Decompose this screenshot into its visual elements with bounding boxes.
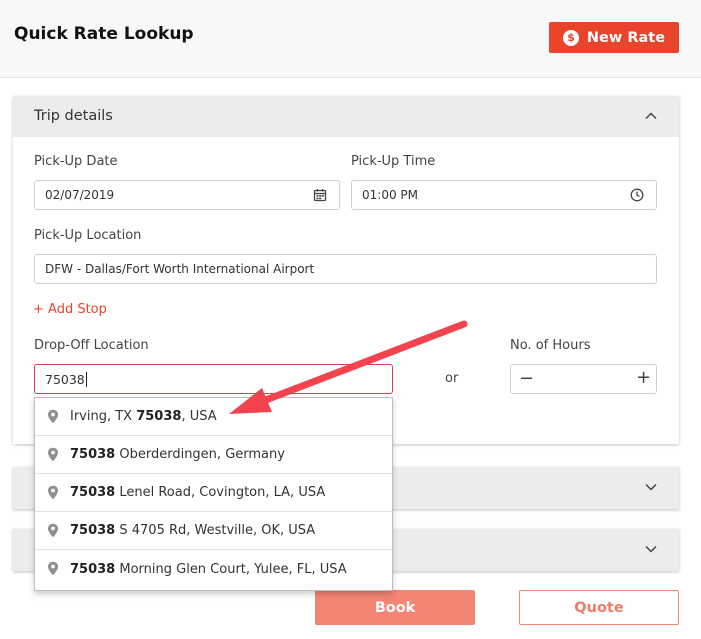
map-pin-icon xyxy=(48,561,58,576)
chevron-up-icon[interactable] xyxy=(645,110,657,122)
suggestion-text-pre: Irving, TX xyxy=(70,409,137,424)
map-pin-icon xyxy=(48,447,58,462)
new-rate-button[interactable]: $ New Rate xyxy=(549,22,679,53)
hours-label: No. of Hours xyxy=(510,338,591,353)
quote-button[interactable]: Quote xyxy=(519,590,679,625)
pickup-time-value: 01:00 PM xyxy=(362,188,418,202)
dropoff-location-label: Drop-Off Location xyxy=(34,338,149,353)
dollar-icon: $ xyxy=(562,29,579,46)
pickup-time-label: Pick-Up Time xyxy=(351,154,436,169)
pickup-date-input[interactable]: 02/07/2019 xyxy=(34,180,340,210)
trip-details-title: Trip details xyxy=(34,108,113,124)
suggestion-text-post: Oberderdingen, Germany xyxy=(115,447,285,462)
suggestion-text-post: S 4705 Rd, Westville, OK, USA xyxy=(115,523,316,538)
suggestion-text-post: Morning Glen Court, Yulee, FL, USA xyxy=(115,561,347,577)
suggestion-item[interactable]: 75038 Lenel Road, Covington, LA, USA xyxy=(35,474,392,512)
suggestion-item[interactable]: 75038 Morning Glen Court, Yulee, FL, USA xyxy=(35,550,392,588)
map-pin-icon xyxy=(48,409,58,424)
pickup-location-value: DFW - Dallas/Fort Worth International Ai… xyxy=(45,262,315,276)
text-caret xyxy=(85,371,87,387)
suggestion-text-match: 75038 xyxy=(70,447,116,462)
page-title: Quick Rate Lookup xyxy=(14,24,194,44)
dropoff-location-value: 75038 xyxy=(45,371,85,387)
hours-decrement-button[interactable]: − xyxy=(519,368,534,389)
suggestion-text-post: Lenel Road, Covington, LA, USA xyxy=(115,485,326,500)
suggestion-item[interactable]: 75038 Oberderdingen, Germany xyxy=(35,436,392,474)
new-rate-label: New Rate xyxy=(586,29,666,46)
suggestion-text-match: 75038 xyxy=(136,409,182,424)
suggestion-text-post: , USA xyxy=(181,409,217,424)
header-bar: Quick Rate Lookup $ New Rate xyxy=(0,0,701,78)
book-button[interactable]: Book xyxy=(315,590,475,625)
pickup-location-label: Pick-Up Location xyxy=(34,228,142,243)
chevron-down-icon[interactable] xyxy=(645,481,657,493)
suggestion-text-match: 75038 xyxy=(70,523,116,538)
hours-increment-button[interactable]: + xyxy=(636,367,651,388)
pickup-date-label: Pick-Up Date xyxy=(34,154,118,169)
clock-icon[interactable] xyxy=(630,188,644,202)
map-pin-icon xyxy=(48,523,58,538)
location-suggestions-dropdown: Irving, TX 75038, USA 75038 Oberderdinge… xyxy=(34,397,393,591)
chevron-down-icon[interactable] xyxy=(645,543,657,555)
or-separator: or xyxy=(445,371,459,386)
dropoff-location-input[interactable]: 75038 xyxy=(34,364,393,394)
trip-details-header[interactable]: Trip details xyxy=(13,96,679,137)
pickup-time-input[interactable]: 01:00 PM xyxy=(351,180,657,210)
suggestion-item[interactable]: 75038 S 4705 Rd, Westville, OK, USA xyxy=(35,512,392,550)
suggestion-item[interactable]: Irving, TX 75038, USA xyxy=(35,398,392,436)
calendar-icon[interactable] xyxy=(313,188,327,202)
map-pin-icon xyxy=(48,485,58,500)
suggestion-text-match: 75038 xyxy=(70,561,116,577)
pickup-date-value: 02/07/2019 xyxy=(45,188,115,202)
pickup-location-input[interactable]: DFW - Dallas/Fort Worth International Ai… xyxy=(34,254,657,284)
add-stop-link[interactable]: + Add Stop xyxy=(33,302,107,317)
suggestion-text-match: 75038 xyxy=(70,485,116,500)
